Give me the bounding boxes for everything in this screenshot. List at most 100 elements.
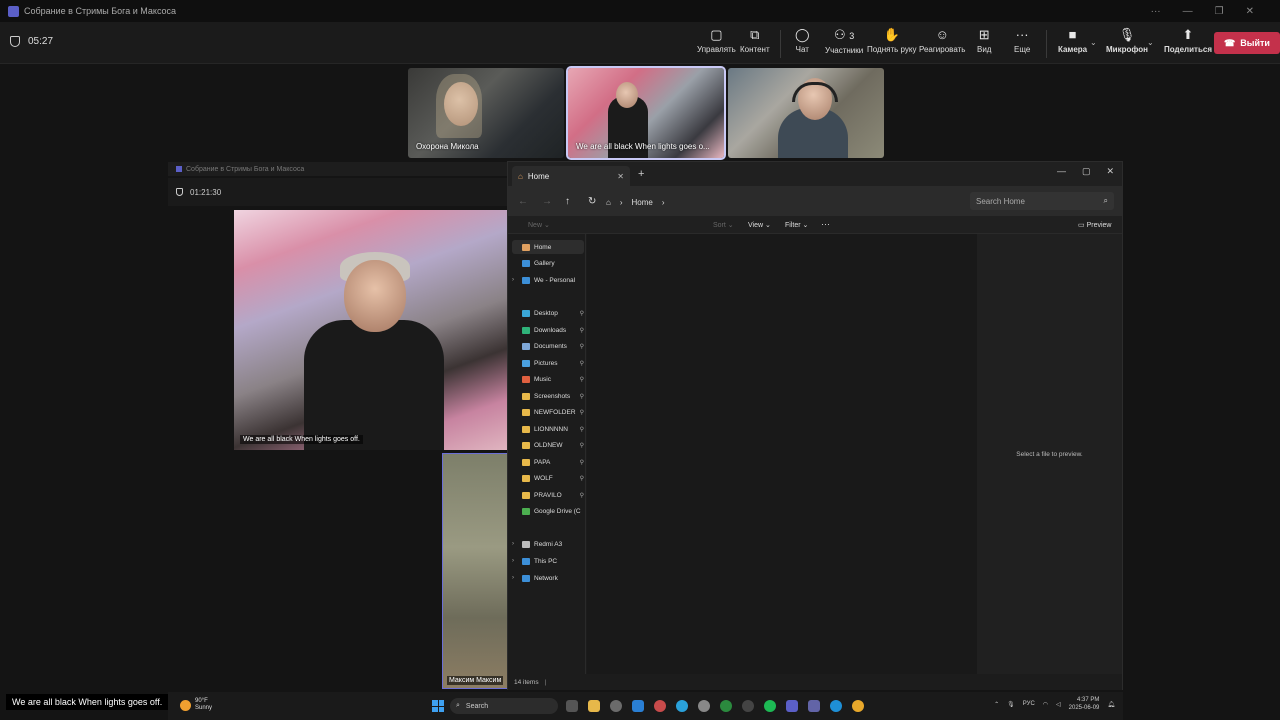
maps-icon[interactable] [742,700,754,712]
view-button[interactable]: ⊞ Вид [977,28,991,55]
more-options-icon[interactable]: ··· [821,219,830,229]
participant-tile[interactable] [728,68,884,158]
nav-item-gallery[interactable]: Gallery [512,256,584,270]
nav-item-downloads[interactable]: Downloads ⚲ [512,323,584,337]
shared-main-video[interactable]: We are all black When lights goes off. [234,210,508,450]
chevron-right-icon[interactable]: › [512,277,518,283]
close-tab-icon[interactable]: ✕ [617,172,624,181]
nav-item-lionnnnn[interactable]: LIONNNNN ⚲ [512,422,584,436]
nav-item-we-personal[interactable]: › We - Personal [512,273,584,287]
camera-button[interactable]: ■ Камера [1058,28,1087,55]
nav-item-google-drive-c[interactable]: Google Drive (C⚲ [512,504,584,518]
edge-icon[interactable] [830,700,842,712]
volume-icon[interactable]: ◁ [1056,701,1061,708]
participant-tile-active[interactable]: We are all black When lights goes o... [566,66,726,160]
filter-button[interactable]: Filter ⌄ [785,221,808,229]
nav-item-label: Music [534,375,551,383]
new-tab-icon[interactable]: + [638,168,644,180]
sun-icon [180,699,191,711]
teams-icon[interactable] [786,700,798,712]
manage-button[interactable]: ▢ Управлять [697,28,736,55]
refresh-icon[interactable]: ↻ [588,196,596,207]
settings-icon[interactable] [610,700,622,712]
microphone-options-chevron-icon[interactable]: ⌄ [1147,38,1154,47]
view-button[interactable]: View ⌄ [748,221,771,229]
taskbar-search[interactable]: ⌕ Search [450,698,558,714]
nav-item-newfolder[interactable]: NEWFOLDER ⚲ [512,405,584,419]
minimize-icon[interactable]: — [1183,6,1193,17]
minimize-icon[interactable]: — [1057,166,1066,177]
up-icon[interactable]: ↑ [565,196,570,207]
command-bar: New ⌄ Sort ⌄ View ⌄ Filter ⌄ ··· ▭ Previ… [508,216,1122,234]
nav-item-pictures[interactable]: Pictures ⚲ [512,356,584,370]
nav-item-music[interactable]: Music ⚲ [512,372,584,386]
more-options-icon[interactable]: ··· [1151,6,1161,17]
nav-item-home[interactable]: Home [512,240,584,254]
chat-button[interactable]: ◯ Чат [795,28,810,55]
teams-classic-icon[interactable] [808,700,820,712]
leave-button[interactable]: ☎ Выйти [1214,32,1280,54]
outlook-icon[interactable] [632,700,644,712]
nav-item-label: LIONNNNN [534,425,568,433]
new-button[interactable]: New ⌄ [528,221,550,229]
breadcrumb[interactable]: ⌂ › Home › [606,194,962,210]
nav-item-this-pc[interactable]: › This PC [512,554,584,568]
notifications-icon[interactable]: 🔔︎ [1107,701,1115,708]
share-button[interactable]: ⬆ Поделиться [1164,28,1212,55]
search-placeholder: Search Home [976,196,1025,206]
microphone-icon[interactable]: 🎙︎ [1007,701,1015,708]
nav-item-wolf[interactable]: WOLF ⚲ [512,471,584,485]
raise-hand-button[interactable]: ✋ Поднять руку [867,28,916,55]
chevron-right-icon[interactable]: › [512,575,518,581]
react-button[interactable]: ☺ Реагировать [919,28,965,55]
maximize-icon[interactable]: ❐ [1215,6,1224,17]
manage-label: Управлять [697,45,736,54]
taskbar-search-label: Search [465,702,489,710]
participants-button[interactable]: ⚇ 3 Участники [825,28,863,56]
nav-item-redmi-a3[interactable]: › Redmi A3 [512,537,584,551]
nav-item-pravilo[interactable]: PRAVILO ⚲ [512,488,584,502]
nav-item-papa[interactable]: PAPA ⚲ [512,455,584,469]
spotify-icon[interactable] [764,700,776,712]
maximize-icon[interactable]: ▢ [1082,166,1091,177]
pin-icon: ⚲ [579,393,584,400]
chevron-right-icon[interactable]: › [512,558,518,564]
nav-item-screenshots[interactable]: Screenshots ⚲ [512,389,584,403]
back-icon[interactable]: ← [518,196,528,207]
file-explorer-icon[interactable] [588,700,600,712]
nav-item-desktop[interactable]: Desktop ⚲ [512,306,584,320]
content-button[interactable]: ⧉ Контент [740,28,770,55]
forward-icon[interactable]: → [542,196,552,207]
participant-tile[interactable]: Охорона Микола [408,68,564,158]
wifi-icon[interactable]: ◠ [1043,701,1048,708]
explorer-tab-home[interactable]: ⌂ Home ✕ [512,166,630,186]
chevron-up-icon[interactable]: ⌃ [994,701,999,708]
pin-icon: ⚲ [579,376,584,383]
close-icon[interactable]: ✕ [1246,6,1254,17]
app-icon[interactable] [698,700,710,712]
telegram-icon[interactable] [676,700,688,712]
file-list-area[interactable] [587,234,977,674]
chrome-icon[interactable] [852,700,864,712]
task-view-icon[interactable] [566,700,578,712]
camera-options-chevron-icon[interactable]: ⌄ [1090,38,1097,47]
nav-item-oldnew[interactable]: OLDNEW ⚲ [512,438,584,452]
weather-widget[interactable]: 90°F Sunny [180,698,212,712]
whatsapp-icon[interactable] [720,700,732,712]
nav-item-documents[interactable]: Documents ⚲ [512,339,584,353]
opera-icon[interactable] [654,700,666,712]
language-indicator[interactable]: РУС [1023,701,1035,707]
close-icon[interactable]: ✕ [1106,166,1114,177]
microphone-button[interactable]: 🎙︎ Микрофон [1106,28,1148,55]
shared-side-video[interactable]: Максим Максим [442,453,508,689]
more-button[interactable]: ··· Еще [1014,28,1030,55]
clock[interactable]: 4:37 PM 2025-06-09 [1069,696,1100,712]
sort-button[interactable]: Sort ⌄ [713,221,734,229]
chevron-right-icon[interactable]: › [512,541,518,547]
search-input[interactable]: Search Home ⌕ [970,192,1114,210]
nav-item-label: Desktop [534,309,558,317]
windows-start-icon[interactable] [432,700,444,712]
breadcrumb-home[interactable]: Home [632,198,653,207]
preview-button[interactable]: ▭ Preview [1078,221,1111,229]
nav-item-network[interactable]: › Network [512,571,584,585]
